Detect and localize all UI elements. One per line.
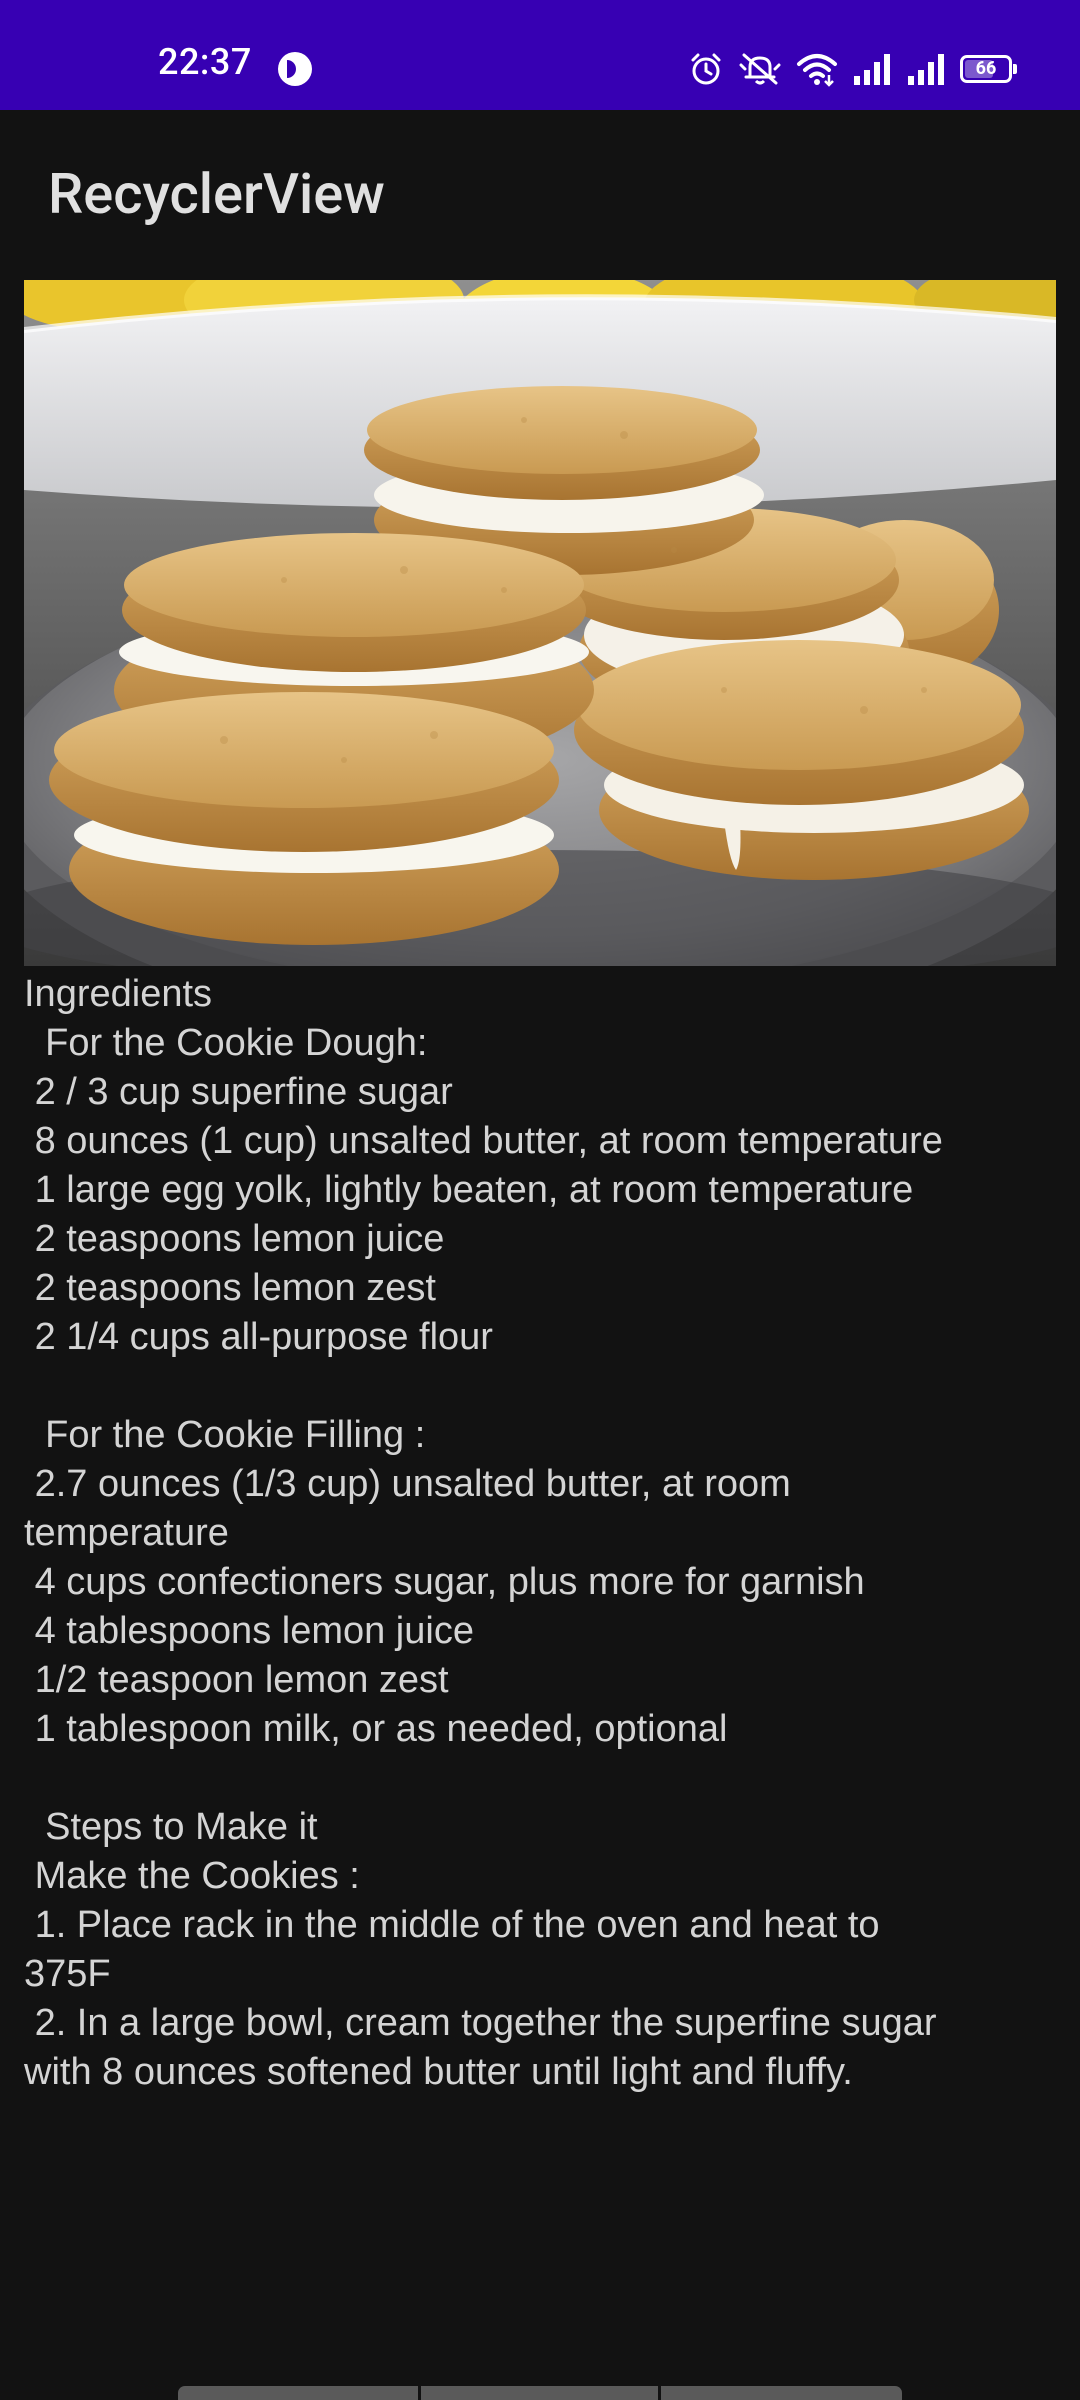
- cell-signal-icon: [852, 52, 892, 86]
- cell-signal-icon: [906, 52, 946, 86]
- status-bar: 22:37 66: [0, 0, 1080, 110]
- status-time: 22:37: [158, 41, 252, 83]
- battery-level: 66: [975, 58, 997, 79]
- mute-icon: [738, 51, 782, 87]
- battery-icon: 66: [960, 55, 1017, 83]
- recipe-text: Ingredients For the Cookie Dough: 2 / 3 …: [24, 973, 943, 2093]
- app-notification-icon: [278, 52, 312, 86]
- page-title: RecyclerView: [48, 161, 385, 227]
- wifi-icon: [796, 51, 838, 87]
- navigation-handle[interactable]: [178, 2386, 902, 2400]
- app-bar: RecyclerView: [0, 110, 1080, 280]
- status-icons: 66: [688, 46, 1017, 92]
- recipe-image: [24, 280, 1056, 966]
- alarm-icon: [688, 51, 724, 87]
